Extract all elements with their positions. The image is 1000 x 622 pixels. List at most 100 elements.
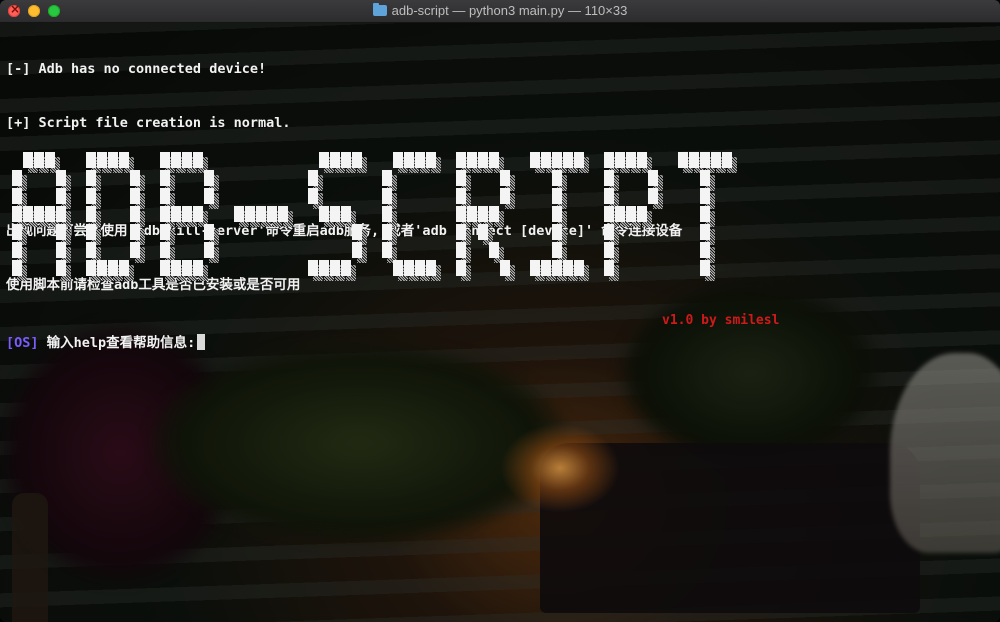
banner-block	[678, 152, 688, 168]
banner-block	[319, 152, 329, 168]
banner-block	[86, 260, 96, 276]
banner-block	[552, 188, 562, 204]
title-bar[interactable]: adb-script — python3 main.py — 110×33	[0, 0, 1000, 23]
terminal-output[interactable]: [-] Adb has no connected device! [+] Scr…	[6, 24, 682, 330]
banner-block	[34, 206, 44, 222]
banner-block	[415, 260, 425, 276]
banner-block	[45, 206, 55, 222]
banner-block	[23, 152, 33, 168]
banner-block	[552, 260, 562, 276]
banner-block	[308, 188, 318, 204]
banner-block	[130, 242, 140, 258]
banner-block	[193, 152, 203, 168]
banner-block	[160, 224, 170, 240]
banner-block	[171, 152, 181, 168]
banner-block	[700, 188, 710, 204]
banner-block	[56, 242, 66, 258]
banner-block	[160, 152, 170, 168]
banner-block	[204, 242, 214, 258]
banner-block	[119, 260, 129, 276]
prompt-tag: [OS]	[6, 335, 39, 351]
banner-block	[352, 242, 362, 258]
banner-block	[456, 152, 466, 168]
banner-block	[171, 206, 181, 222]
terminal-line-success: [+] Script file creation is normal.	[6, 115, 291, 131]
banner-block	[637, 152, 647, 168]
banner-block	[86, 152, 96, 168]
window-title: adb-script — python3 main.py — 110×33	[391, 3, 628, 18]
banner-block	[97, 260, 107, 276]
banner-block	[12, 188, 22, 204]
banner-block	[330, 206, 340, 222]
banner-block	[193, 206, 203, 222]
banner-block	[234, 206, 244, 222]
banner-block	[552, 224, 562, 240]
text-cursor[interactable]	[197, 334, 206, 350]
banner-block	[552, 242, 562, 258]
banner-block	[330, 260, 340, 276]
banner-block	[256, 206, 266, 222]
banner-block	[160, 206, 170, 222]
banner-block	[563, 260, 573, 276]
banner-block	[722, 152, 732, 168]
banner-block	[382, 242, 392, 258]
banner-block	[182, 260, 192, 276]
banner-block	[341, 152, 351, 168]
banner-block	[604, 188, 614, 204]
banner-block	[700, 152, 710, 168]
banner-block	[382, 206, 392, 222]
banner-block	[456, 170, 466, 186]
banner-block	[278, 206, 288, 222]
banner-block	[12, 242, 22, 258]
banner-block	[478, 224, 488, 240]
banner-block	[160, 260, 170, 276]
banner-block	[352, 224, 362, 240]
banner-block	[267, 206, 277, 222]
banner-block	[404, 152, 414, 168]
banner-block	[86, 188, 96, 204]
banner-block	[489, 242, 499, 258]
banner-block	[615, 206, 625, 222]
banner-block	[700, 242, 710, 258]
banner-block	[489, 206, 499, 222]
banner-block	[12, 170, 22, 186]
terminal-window: adb-script — python3 main.py — 110×33 [-…	[0, 0, 1000, 622]
banner-block	[456, 260, 466, 276]
terminal-line-error: [-] Adb has no connected device!	[6, 61, 267, 77]
banner-block	[12, 206, 22, 222]
banner-block	[56, 206, 66, 222]
banner-block	[130, 206, 140, 222]
banner-block	[130, 170, 140, 186]
banner-block	[648, 188, 658, 204]
banner-block	[415, 152, 425, 168]
banner-block	[171, 260, 181, 276]
banner-block	[604, 152, 614, 168]
banner-block	[308, 260, 318, 276]
banner-block	[456, 206, 466, 222]
banner-block	[393, 152, 403, 168]
banner-block	[541, 152, 551, 168]
banner-block	[563, 152, 573, 168]
banner-block	[574, 152, 584, 168]
banner-block	[530, 152, 540, 168]
banner-block	[34, 152, 44, 168]
banner-block	[456, 242, 466, 258]
banner-block	[478, 152, 488, 168]
banner-block	[86, 170, 96, 186]
banner-block	[56, 170, 66, 186]
banner-block	[530, 260, 540, 276]
banner-block	[319, 206, 329, 222]
banner-block	[86, 224, 96, 240]
banner-block	[604, 170, 614, 186]
command-prompt[interactable]: [OS] 输入help查看帮助信息:	[6, 331, 206, 351]
banner-block	[604, 206, 614, 222]
banner-block	[648, 170, 658, 186]
banner-block	[404, 260, 414, 276]
prompt-text: 输入help查看帮助信息:	[46, 335, 196, 351]
banner-block	[637, 206, 647, 222]
banner-block	[319, 260, 329, 276]
banner-block	[604, 242, 614, 258]
banner-block	[341, 206, 351, 222]
banner-block	[700, 206, 710, 222]
banner-block	[500, 170, 510, 186]
